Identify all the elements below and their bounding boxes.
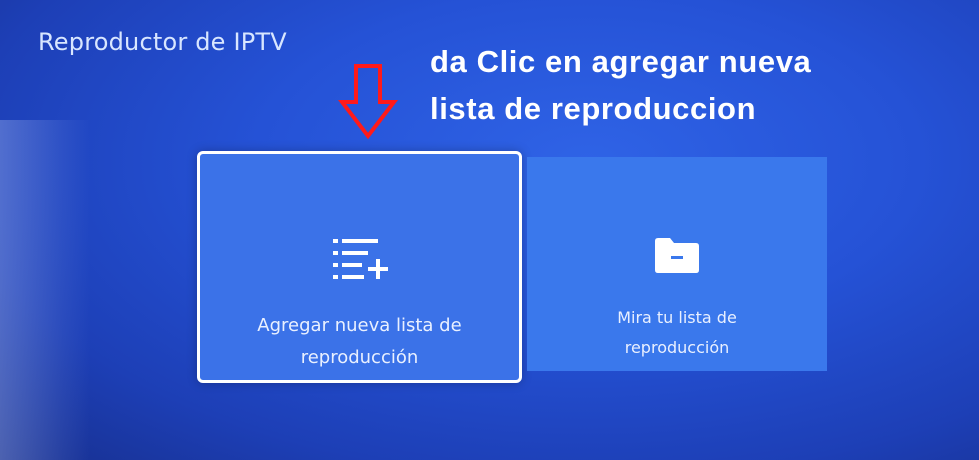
- instruction-line-2: lista de reproduccion: [430, 91, 757, 126]
- instruction-line-1: da Clic en agregar nueva: [430, 44, 812, 79]
- playlist-add-icon: [332, 239, 388, 279]
- view-playlist-label: Mira tu lista de reproducción: [537, 303, 817, 363]
- view-playlist-label-line-1: Mira tu lista de: [617, 308, 737, 327]
- folder-icon: [655, 238, 699, 273]
- view-playlist-label-line-2: reproducción: [624, 338, 730, 357]
- add-playlist-label-line-2: reproducción: [300, 347, 419, 368]
- add-playlist-label: Agregar nueva lista de reproducción: [210, 310, 509, 374]
- instruction-overlay: da Clic en agregar nueva lista de reprod…: [430, 38, 970, 132]
- down-arrow-icon: [338, 64, 398, 140]
- screen-glare: [0, 120, 90, 460]
- view-playlist-tile[interactable]: Mira tu lista de reproducción: [527, 157, 827, 371]
- add-playlist-tile[interactable]: Agregar nueva lista de reproducción: [197, 151, 522, 383]
- add-playlist-label-line-1: Agregar nueva lista de: [257, 315, 462, 336]
- app-title: Reproductor de IPTV: [38, 28, 287, 56]
